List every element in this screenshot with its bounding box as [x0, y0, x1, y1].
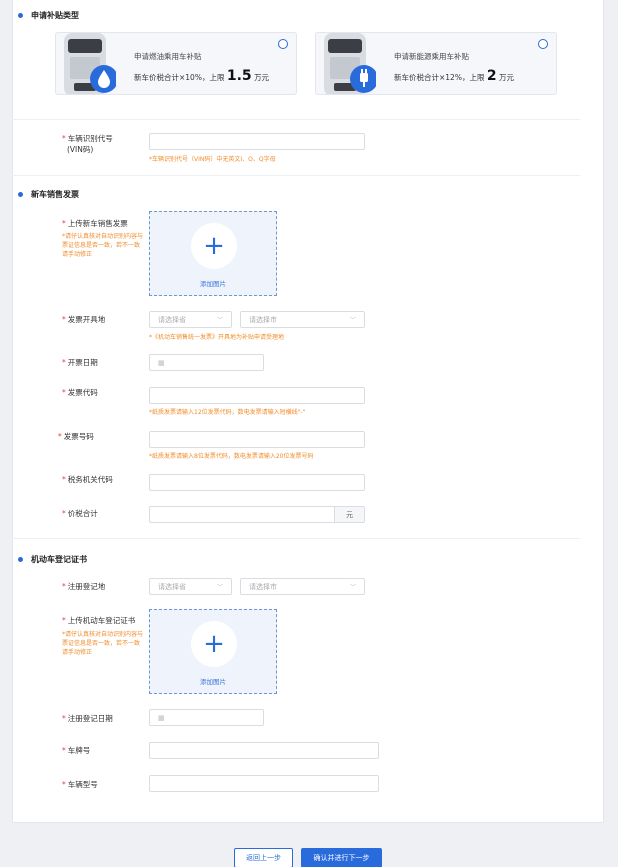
- invoice-province-select[interactable]: 请选择省 ﹀: [149, 311, 232, 328]
- invoice-number-input[interactable]: [149, 431, 365, 448]
- invoice-number-label: * 发票号码: [58, 432, 94, 441]
- reg-upload-label: * 上传机动车登记证书: [62, 616, 136, 625]
- subsidy-card-fuel[interactable]: 申请燃油乘用车补贴 新车价税合计×10%，上限 1.5 万元: [55, 32, 297, 95]
- tax-office-input[interactable]: [149, 474, 365, 491]
- calendar-icon: ▦: [158, 713, 165, 722]
- section-title-subsidy-type: 申请补贴类型: [18, 10, 79, 21]
- invoice-place-label: * 发票开具地: [62, 315, 106, 324]
- form-panel: [12, 0, 604, 823]
- next-button[interactable]: 确认并进行下一步: [301, 848, 382, 867]
- invoice-code-hint: *纸质发票请输入12位发票代码，数电发票请输入短横线"-": [149, 409, 306, 416]
- reg-date-picker[interactable]: ▦: [149, 709, 264, 726]
- model-label: * 车辆型号: [62, 780, 98, 789]
- plus-icon: +: [191, 223, 237, 269]
- invoice-date-label: * 开票日期: [62, 358, 98, 367]
- reg-city-select[interactable]: 请选择市 ﹀: [240, 578, 365, 595]
- divider: [10, 119, 580, 120]
- reg-upload-hint: *请仔认真核对自动识别内容与票证信息是否一致，若不一致请手动修正: [62, 631, 144, 656]
- model-input[interactable]: [149, 775, 379, 792]
- invoice-number-hint: *纸质发票请输入8位发票代码，数电发票请输入20位发票号码: [149, 453, 314, 460]
- invoice-city-select[interactable]: 请选择市 ﹀: [240, 311, 365, 328]
- invoice-upload-hint: *请仔认真核对自动识别内容与票证信息是否一致，若不一致请手动修正: [62, 233, 144, 258]
- vin-input[interactable]: [149, 133, 365, 150]
- currency-suffix: 元: [334, 507, 364, 522]
- section-dot-icon: [18, 557, 23, 562]
- section-title-invoice: 新车销售发票: [18, 189, 79, 200]
- vin-hint: *车辆识别代号（VIN码）中无英文I、O、Q字母: [149, 156, 276, 163]
- radio-button[interactable]: [538, 39, 548, 49]
- add-image-label: 添加图片: [200, 280, 226, 288]
- fuel-car-icon: [64, 33, 116, 94]
- vin-label: * 车辆识别代号 (VIN码): [62, 134, 113, 154]
- chevron-down-icon: ﹀: [349, 317, 356, 324]
- back-button[interactable]: 返回上一步: [234, 848, 293, 867]
- reg-place-label: * 注册登记地: [62, 582, 106, 591]
- total-price-input[interactable]: 元: [149, 506, 365, 523]
- section-dot-icon: [18, 13, 23, 18]
- section-dot-icon: [18, 192, 23, 197]
- calendar-icon: ▦: [158, 358, 165, 367]
- chevron-down-icon: ﹀: [216, 317, 223, 324]
- section-title-registration: 机动车登记证书: [18, 554, 87, 565]
- subsidy-card-ev[interactable]: 申请新能源乘用车补贴 新车价税合计×12%，上限 2 万元: [315, 32, 557, 95]
- reg-upload-box[interactable]: + 添加图片: [149, 609, 277, 694]
- ev-car-icon: [324, 33, 376, 94]
- tax-office-label: * 税务机关代码: [62, 475, 113, 484]
- radio-button[interactable]: [278, 39, 288, 49]
- plate-input[interactable]: [149, 742, 379, 759]
- card-desc: 新车价税合计×10%，上限 1.5 万元: [134, 68, 270, 84]
- reg-province-select[interactable]: 请选择省 ﹀: [149, 578, 232, 595]
- total-price-label: * 价税合计: [62, 509, 98, 518]
- card-title: 申请燃油乘用车补贴: [134, 52, 202, 61]
- plus-icon: +: [191, 621, 237, 667]
- divider: [10, 175, 580, 176]
- invoice-upload-box[interactable]: + 添加图片: [149, 211, 277, 296]
- add-image-label: 添加图片: [200, 678, 226, 686]
- invoice-date-picker[interactable]: ▦: [149, 354, 264, 371]
- invoice-upload-label: * 上传新车销售发票: [62, 219, 128, 228]
- reg-date-label: * 注册登记日期: [62, 714, 113, 723]
- card-title: 申请新能源乘用车补贴: [394, 52, 469, 61]
- invoice-code-label: * 发票代码: [62, 388, 98, 397]
- chevron-down-icon: ﹀: [216, 584, 223, 591]
- invoice-code-input[interactable]: [149, 387, 365, 404]
- card-desc: 新车价税合计×12%，上限 2 万元: [394, 68, 514, 84]
- chevron-down-icon: ﹀: [349, 584, 356, 591]
- plate-label: * 车牌号: [62, 746, 91, 755]
- divider: [10, 538, 580, 539]
- invoice-place-hint: *《机动车销售统一发票》开具地为补贴申请受理地: [149, 334, 285, 341]
